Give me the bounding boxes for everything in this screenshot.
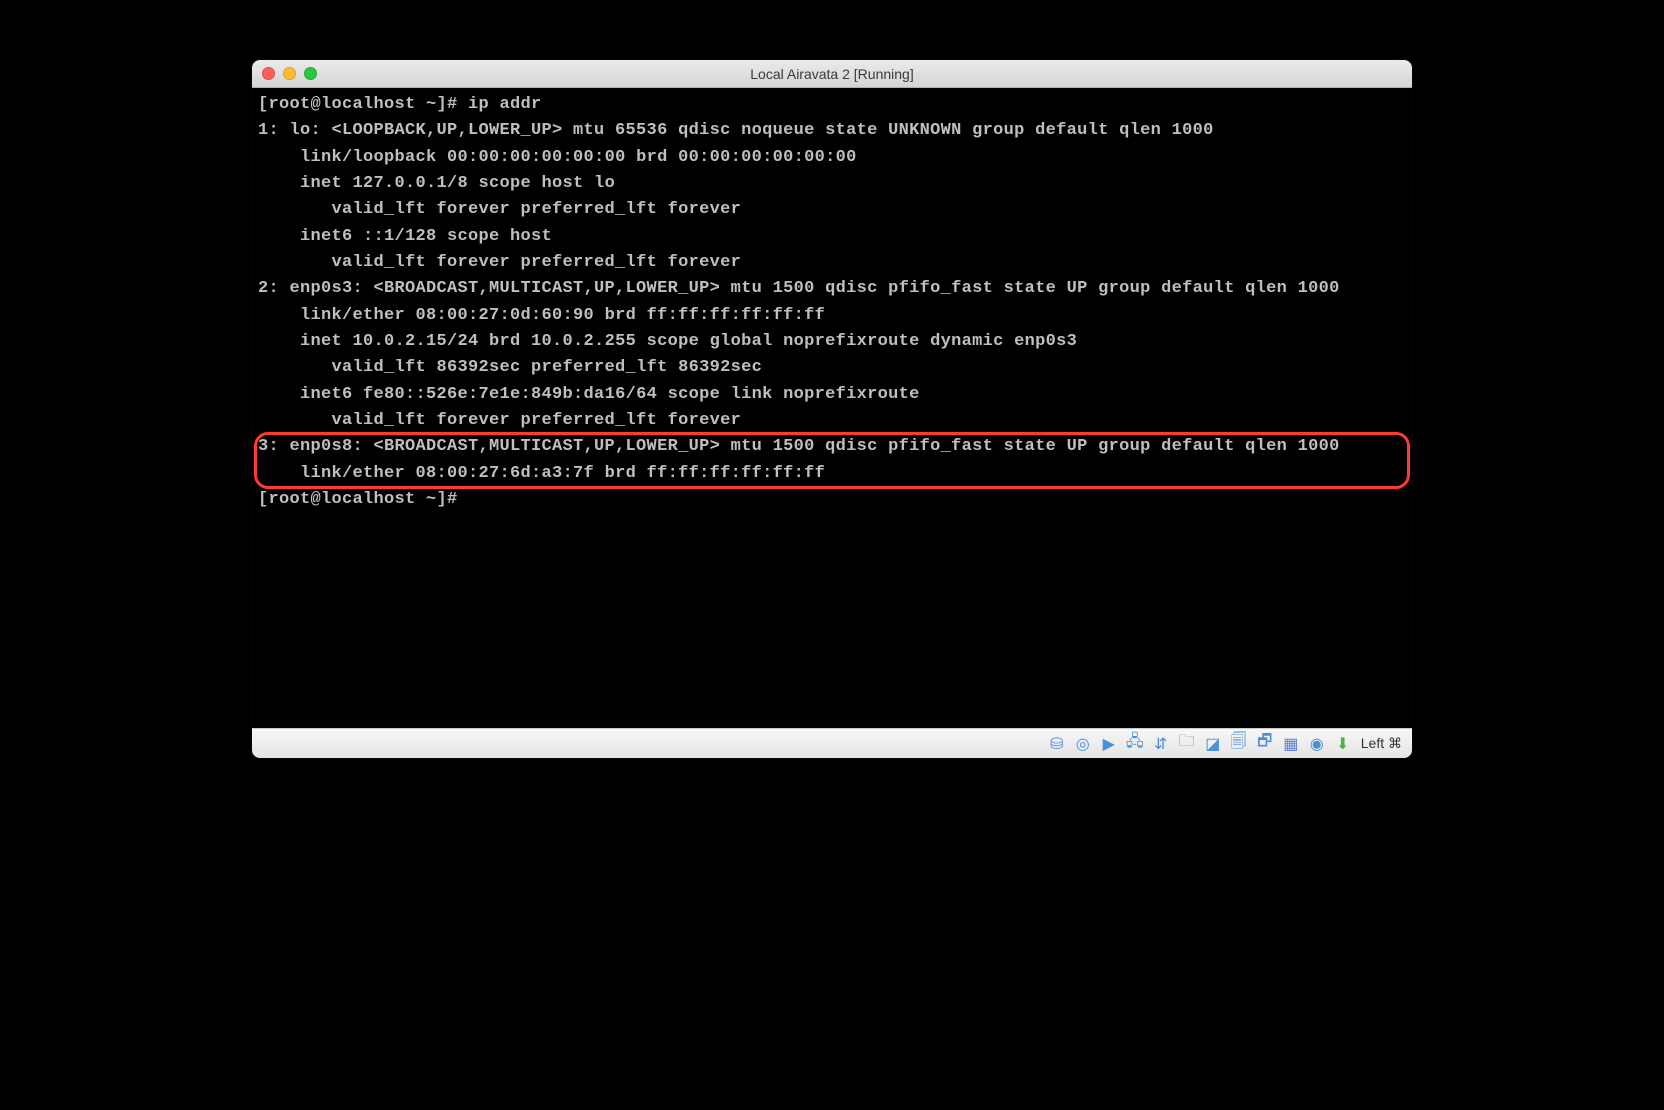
output-line: inet 10.0.2.15/24 brd 10.0.2.255 scope g… xyxy=(258,332,1077,351)
optical-drive-icon[interactable]: ◎ xyxy=(1073,734,1093,754)
hdd-icon[interactable]: ⛁ xyxy=(1047,734,1067,754)
clipboard-icon[interactable]: 🗐 xyxy=(1229,734,1249,754)
shell-command: ip addr xyxy=(468,95,542,114)
output-line: link/ether 08:00:27:6d:a3:7f brd ff:ff:f… xyxy=(258,464,825,483)
video-capture-icon[interactable]: ▶ xyxy=(1099,734,1119,754)
output-line: 2: enp0s3: <BROADCAST,MULTICAST,UP,LOWER… xyxy=(258,279,1340,298)
chipset-icon[interactable]: ▦ xyxy=(1281,734,1301,754)
network-icon[interactable]: 🖧 xyxy=(1125,734,1145,754)
zoom-button[interactable] xyxy=(304,67,317,80)
download-icon[interactable]: ⬇ xyxy=(1333,734,1353,754)
output-line: valid_lft forever preferred_lft forever xyxy=(258,411,741,430)
output-line: valid_lft forever preferred_lft forever xyxy=(258,253,741,272)
vm-statusbar: ⛁ ◎ ▶ 🖧 ⇵ 🗀 ◪ 🗐 🗗 ▦ ◉ ⬇ Left ⌘ xyxy=(252,728,1412,758)
output-line: link/loopback 00:00:00:00:00:00 brd 00:0… xyxy=(258,148,857,167)
output-line: 1: lo: <LOOPBACK,UP,LOWER_UP> mtu 65536 … xyxy=(258,121,1214,140)
output-line: valid_lft 86392sec preferred_lft 86392se… xyxy=(258,358,762,377)
usb-icon[interactable]: ⇵ xyxy=(1151,734,1171,754)
display-icon[interactable]: ◪ xyxy=(1203,734,1223,754)
host-key-indicator: Left ⌘ xyxy=(1361,735,1402,752)
output-line: link/ether 08:00:27:0d:60:90 brd ff:ff:f… xyxy=(258,306,825,325)
terminal-output[interactable]: [root@localhost ~]# ip addr 1: lo: <LOOP… xyxy=(252,88,1412,728)
traffic-lights xyxy=(262,67,317,80)
output-line: valid_lft forever preferred_lft forever xyxy=(258,200,741,219)
output-line: 3: enp0s8: <BROADCAST,MULTICAST,UP,LOWER… xyxy=(258,437,1340,456)
output-line: inet 127.0.0.1/8 scope host lo xyxy=(258,174,615,193)
output-line: inet6 ::1/128 scope host xyxy=(258,227,563,246)
close-button[interactable] xyxy=(262,67,275,80)
output-line: inet6 fe80::526e:7e1e:849b:da16/64 scope… xyxy=(258,385,930,404)
mouse-integration-icon[interactable]: ◉ xyxy=(1307,734,1327,754)
highlighted-interface: 3: enp0s8: <BROADCAST,MULTICAST,UP,LOWER… xyxy=(258,434,1406,487)
minimize-button[interactable] xyxy=(283,67,296,80)
shell-prompt: [root@localhost ~]# xyxy=(258,95,468,114)
shared-folder-icon[interactable]: 🗀 xyxy=(1177,734,1197,754)
terminal-cursor xyxy=(468,491,478,509)
drag-drop-icon[interactable]: 🗗 xyxy=(1255,734,1275,754)
window-title: Local Airavata 2 [Running] xyxy=(750,66,913,82)
shell-prompt: [root@localhost ~]# xyxy=(258,490,468,509)
titlebar[interactable]: Local Airavata 2 [Running] xyxy=(252,60,1412,88)
vm-window: Local Airavata 2 [Running] [root@localho… xyxy=(252,60,1412,758)
